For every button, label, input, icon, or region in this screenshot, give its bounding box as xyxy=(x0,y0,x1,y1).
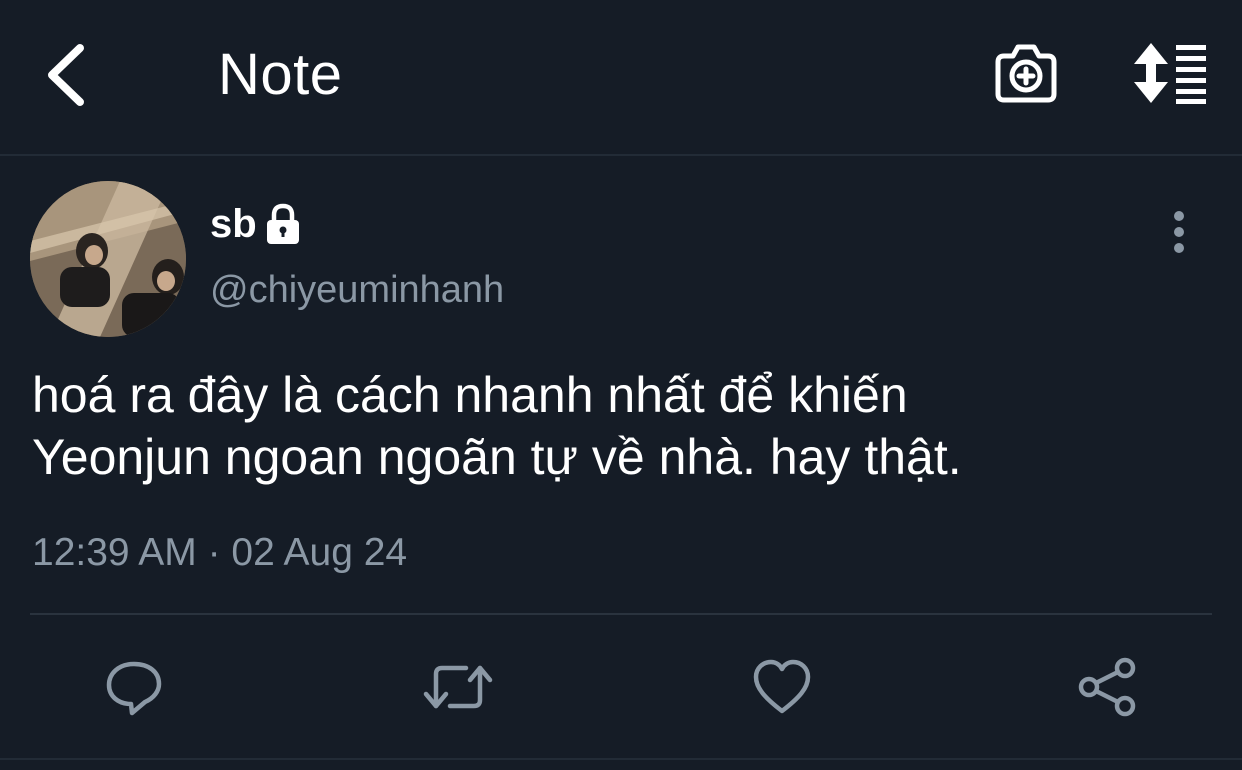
back-chevron-icon xyxy=(48,44,84,106)
camera-button[interactable] xyxy=(992,40,1060,106)
post-text-line: Yeonjun ngoan ngoãn tự về nhà. hay thật. xyxy=(32,429,962,485)
page-title: Note xyxy=(218,42,343,107)
retweet-icon xyxy=(423,665,493,709)
handle: @chiyeuminhanh xyxy=(210,269,505,311)
note-screen: Note sb @chiyeuminhanh hoá ra đây là các… xyxy=(0,0,1242,770)
avatar[interactable] xyxy=(30,181,186,337)
like-button[interactable] xyxy=(746,652,818,722)
author-name-row[interactable]: sb xyxy=(210,198,303,250)
display-name: sb xyxy=(210,201,257,246)
post-text-line: hoá ra đây là cách nhanh nhất để khiến xyxy=(32,367,908,423)
divider xyxy=(30,613,1212,615)
reply-icon xyxy=(106,661,162,716)
sort-list-icon xyxy=(1134,43,1206,104)
timestamp: 12:39 AM · 02 Aug 24 xyxy=(32,531,408,574)
reply-button[interactable] xyxy=(98,652,170,722)
like-icon xyxy=(753,659,811,714)
back-button[interactable] xyxy=(36,38,106,112)
vertical-dots-icon xyxy=(1174,211,1184,253)
share-button[interactable] xyxy=(1072,652,1144,722)
retweet-button[interactable] xyxy=(422,652,494,722)
avatar-photo xyxy=(30,181,186,337)
bottom-divider xyxy=(0,758,1242,760)
lock-icon xyxy=(266,203,299,244)
sort-button[interactable] xyxy=(1128,40,1212,106)
share-icon xyxy=(1078,657,1136,717)
top-bar: Note xyxy=(0,0,1242,156)
camera-plus-icon xyxy=(995,44,1057,103)
post-text: hoá ra đây là cách nhanh nhất để khiến Y… xyxy=(32,364,1212,488)
more-options-button[interactable] xyxy=(1158,206,1200,260)
